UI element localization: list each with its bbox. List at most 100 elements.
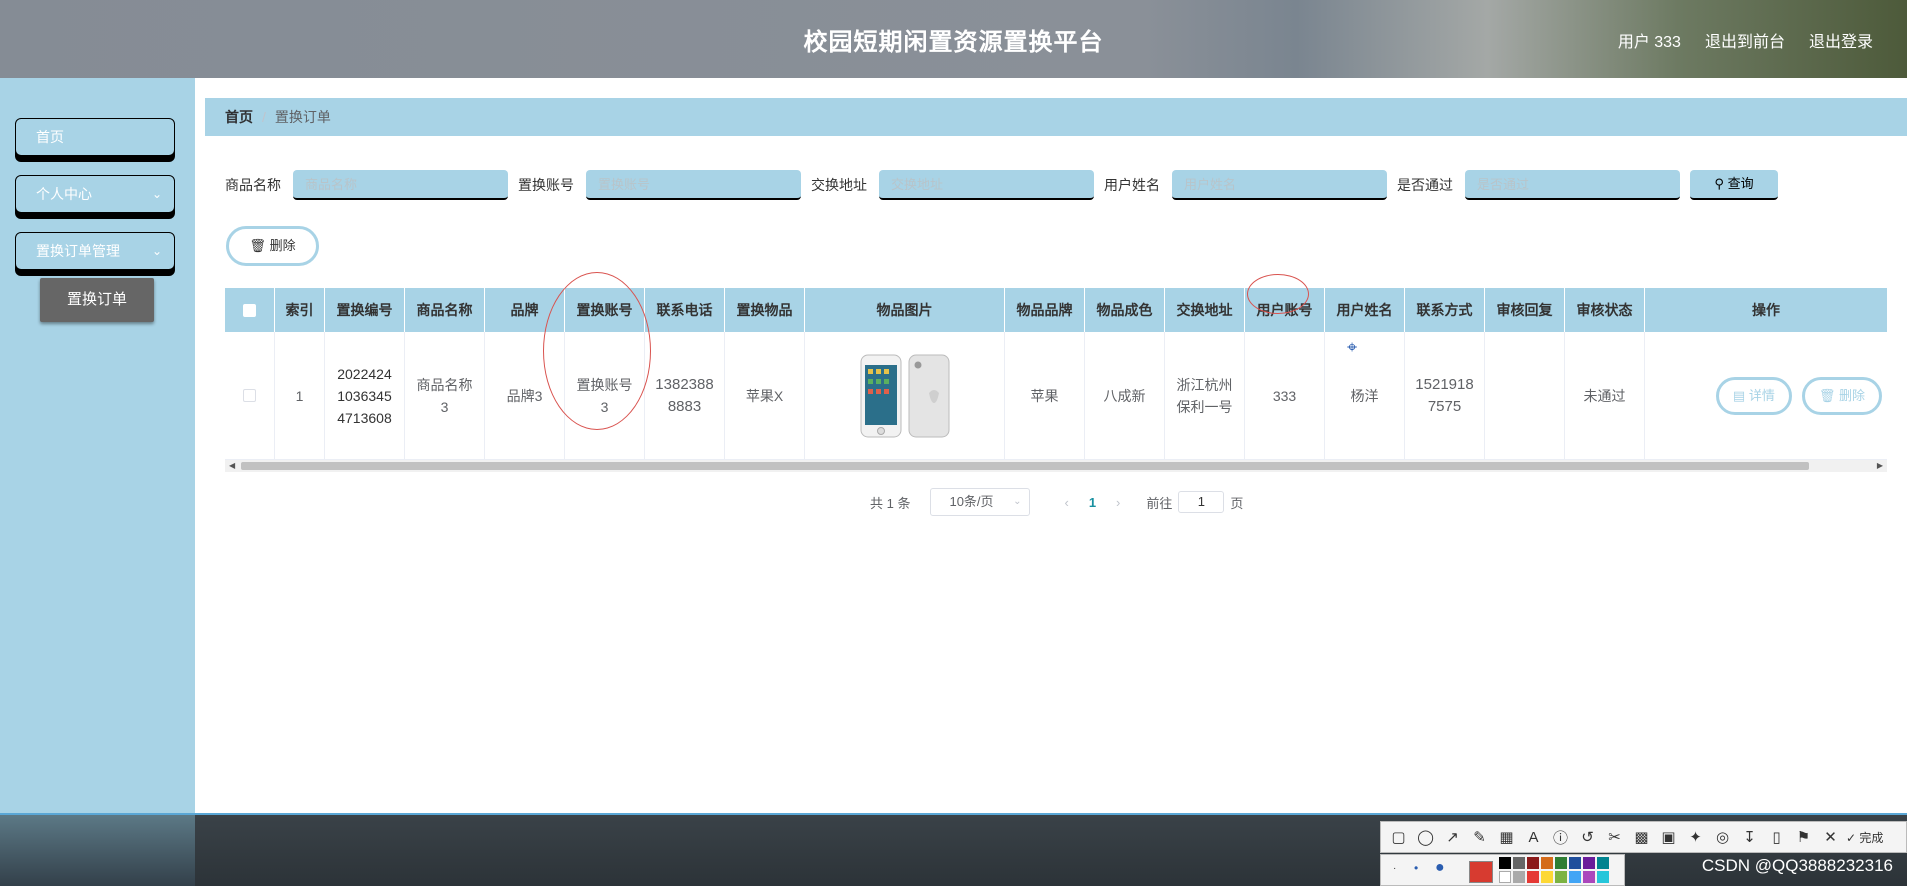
row-checkbox[interactable] — [243, 389, 256, 402]
color-swatch[interactable] — [1541, 857, 1553, 869]
sidebar-item-order-management[interactable]: 置换订单管理 ⌄ — [15, 232, 175, 270]
cell-product-name: 商品名称 3 — [405, 332, 485, 459]
color-swatch[interactable] — [1569, 857, 1581, 869]
translate-icon[interactable]: ▩ — [1630, 828, 1653, 846]
cell-index: 1 — [275, 332, 325, 459]
color-swatch[interactable] — [1555, 871, 1567, 883]
ellipse-icon[interactable]: ◯ — [1414, 828, 1437, 846]
cell-line: 4713608 — [337, 409, 392, 426]
approved-input[interactable]: 是否通过 — [1465, 170, 1680, 200]
sidebar-item-personal-center[interactable]: 个人中心 ⌄ — [15, 175, 175, 213]
back-to-front-link[interactable]: 退出到前台 — [1705, 28, 1785, 52]
color-swatch[interactable] — [1499, 857, 1511, 869]
select-all-checkbox[interactable] — [243, 303, 256, 317]
user-label[interactable]: 用户 333 — [1618, 28, 1681, 52]
color-swatch[interactable] — [1499, 871, 1511, 883]
cell-line: 1521918 — [1415, 375, 1474, 393]
col-header: 物品成色 — [1085, 288, 1165, 332]
medium-dot-icon[interactable]: • — [1414, 861, 1418, 875]
main-content: 首页 / 置换订单 商品名称 商品名称 置换账号 置换账号 交换地址 交换地址 用户… — [195, 78, 1907, 813]
arrow-icon[interactable]: ↗ — [1441, 828, 1464, 846]
sidebar-item-label: 首页 — [36, 129, 64, 145]
search-label-address: 交换地址 — [811, 177, 867, 193]
cell-user-name: ⌖ 杨洋 — [1325, 332, 1405, 459]
row-delete-button[interactable]: 🗑 删除 — [1801, 376, 1882, 415]
header-actions: 用户 333 退出到前台 退出登录 — [1618, 28, 1873, 52]
color-swatch[interactable] — [1555, 857, 1567, 869]
color-swatch[interactable] — [1527, 871, 1539, 883]
product-name-input[interactable]: 商品名称 — [293, 170, 508, 200]
col-header: 审核回复 — [1485, 288, 1565, 332]
search-label-username: 用户姓名 — [1104, 177, 1160, 193]
sidebar-subitem-exchange-orders[interactable]: 置换订单 — [40, 278, 154, 322]
cell-item-image — [805, 332, 1005, 459]
download-icon[interactable]: ↧ — [1738, 828, 1761, 846]
bookmark-icon[interactable]: ⚑ — [1792, 828, 1815, 846]
logout-link[interactable]: 退出登录 — [1809, 28, 1873, 52]
color-swatch[interactable] — [1513, 871, 1525, 883]
col-header: 联系电话 — [645, 288, 725, 332]
info-icon[interactable]: ⓘ — [1549, 827, 1572, 848]
color-swatch[interactable] — [1583, 857, 1595, 869]
chevron-down-icon: ⌄ — [151, 187, 162, 201]
batch-delete-button[interactable]: 🗑 删除 — [226, 226, 319, 266]
watermark: CSDN @QQ3888232316 — [1701, 856, 1893, 875]
scroll-right-icon[interactable]: ▶ — [1877, 460, 1883, 472]
done-button[interactable]: ✓ 完成 — [1846, 829, 1883, 846]
pin-icon[interactable]: ✦ — [1684, 828, 1707, 846]
cell-item: 苹果X — [725, 332, 805, 459]
detail-button[interactable]: ▤ 详情 — [1715, 376, 1792, 415]
cell-line: 2022424 — [337, 365, 392, 382]
prev-page-icon[interactable]: ‹ — [1064, 495, 1068, 510]
undo-icon[interactable]: ↺ — [1576, 828, 1599, 846]
cell-actions: ▤ 详情 🗑 删除 — [1645, 332, 1887, 459]
current-color-swatch[interactable] — [1469, 861, 1493, 883]
search-label-product: 商品名称 — [225, 177, 281, 193]
mosaic-icon[interactable]: ▦ — [1495, 828, 1518, 846]
query-button[interactable]: ⚲ 查询 — [1690, 170, 1778, 200]
total-count: 共 1 条 — [870, 495, 911, 511]
pen-icon[interactable]: ✎ — [1468, 828, 1491, 846]
phone-image — [860, 354, 949, 437]
color-swatch[interactable] — [1513, 857, 1525, 869]
row-delete-label: 删除 — [1838, 387, 1865, 403]
horizontal-scrollbar[interactable]: ◀ ▶ — [225, 460, 1887, 472]
col-header: 置换物品 — [725, 288, 805, 332]
sidebar-item-label: 置换订单管理 — [36, 243, 120, 259]
user-name-input[interactable]: 用户姓名 — [1172, 170, 1387, 200]
color-swatch[interactable] — [1541, 871, 1553, 883]
cell-contact: 1521918 7575 — [1405, 332, 1485, 459]
overlay-left-fade — [0, 815, 195, 886]
color-swatch[interactable] — [1583, 871, 1595, 883]
page-size-select[interactable]: 10条/页 ⌄ — [930, 488, 1031, 516]
color-swatch[interactable] — [1527, 857, 1539, 869]
close-icon[interactable]: ✕ — [1819, 828, 1842, 846]
annotation-ellipse — [1247, 274, 1309, 314]
phone-icon[interactable]: ▯ — [1765, 828, 1788, 846]
annotation-ellipse — [543, 272, 651, 430]
sidebar-item-home[interactable]: 首页 — [15, 118, 175, 156]
goto-page-input[interactable]: 1 — [1178, 491, 1225, 513]
scrollbar-thumb[interactable] — [241, 462, 1809, 470]
exchange-address-input[interactable]: 交换地址 — [879, 170, 1094, 200]
page-number[interactable]: 1 — [1089, 495, 1096, 510]
exchange-account-input[interactable]: 置换账号 — [586, 170, 801, 200]
record-icon[interactable]: ◎ — [1711, 828, 1734, 846]
scroll-left-icon[interactable]: ◀ — [229, 460, 235, 472]
scissors-icon[interactable]: ✂ — [1603, 828, 1626, 846]
cell-line: 保利一号 — [1176, 398, 1233, 415]
capture-icon[interactable]: ▣ — [1657, 828, 1680, 846]
breadcrumb-home[interactable]: 首页 — [225, 109, 253, 125]
text-icon[interactable]: A — [1522, 829, 1545, 846]
cell-address: 浙江杭州 保利一号 — [1165, 332, 1245, 459]
small-dot-icon[interactable]: · — [1393, 863, 1396, 874]
next-page-icon[interactable]: › — [1116, 495, 1120, 510]
sidebar-item-label: 个人中心 — [36, 186, 92, 202]
color-swatch[interactable] — [1597, 871, 1609, 883]
rectangle-icon[interactable]: ▢ — [1387, 828, 1410, 846]
col-header: 置换编号 — [325, 288, 405, 332]
detail-button-label: 详情 — [1748, 387, 1775, 403]
color-swatch[interactable] — [1569, 871, 1581, 883]
large-dot-icon[interactable]: ● — [1435, 859, 1445, 877]
color-swatch[interactable] — [1597, 857, 1609, 869]
